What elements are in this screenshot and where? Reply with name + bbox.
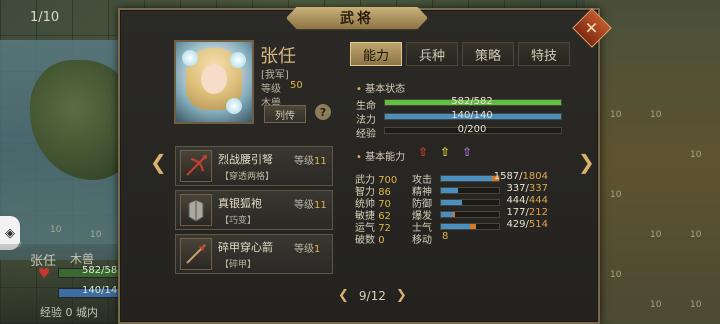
hp-value: 582/582	[451, 96, 493, 107]
general-portrait	[174, 40, 254, 124]
stat-label-5: 移动	[412, 235, 432, 246]
flower-icon	[182, 50, 198, 66]
stat-value-4: 429/514	[506, 219, 548, 230]
flower-icon	[230, 52, 246, 68]
equipment-tag: 【碎甲】	[220, 260, 257, 270]
tile-number: 10	[90, 230, 102, 240]
exp-value: 0/200	[457, 124, 487, 135]
biography-button[interactable]: 列传	[264, 105, 306, 123]
equipment-name: 烈战腰引弩	[218, 153, 273, 166]
tile-number: 10	[690, 230, 702, 240]
equipment-level: 等级1	[294, 244, 321, 255]
yellow-up-arrow-icon: ⇧	[440, 145, 451, 159]
right-land	[585, 0, 720, 324]
equipment-level: 等级11	[294, 156, 327, 167]
basic-status-header: • 基本状态	[356, 84, 406, 95]
heart-icon: ♥	[38, 266, 51, 282]
tile-number: 10	[690, 150, 702, 160]
equipment-slot-ammo[interactable]: 碎甲穿心箭 等级1 【碎甲】	[175, 234, 333, 274]
tile-number: 10	[650, 110, 662, 120]
hp-label: 生命	[356, 101, 376, 112]
equipment-slot-weapon[interactable]: 烈战腰引弩 等级11 【穿透两格】	[175, 146, 333, 186]
portrait-face	[201, 64, 227, 94]
prev-general-chevron-icon[interactable]: ❮	[150, 150, 167, 174]
general-name: 张任	[260, 46, 296, 67]
general-faction: [我军]	[261, 70, 289, 81]
armor-icon	[180, 194, 212, 226]
equipment-level: 等级11	[294, 200, 327, 211]
pager-text: 9/12	[358, 288, 386, 303]
tile-number: 10	[650, 230, 662, 240]
next-general-chevron-icon[interactable]: ❯	[578, 150, 595, 174]
stat-bar-base	[441, 200, 462, 205]
tile-number: 10	[610, 190, 622, 200]
general-level-label: 等级	[261, 84, 281, 95]
flower-icon	[226, 98, 242, 114]
stat-value-1: 337/337	[506, 183, 548, 194]
stat-value-0: 1587/1804	[493, 171, 548, 182]
tab-strategy[interactable]: 策略	[462, 42, 514, 66]
purple-up-arrow-icon: ⇧	[462, 145, 473, 159]
mp-value: 140/140	[451, 110, 493, 121]
equipment-tag: 【穿透两格】	[220, 172, 275, 182]
tile-number: 10	[690, 300, 702, 310]
hud-exp-text: 经验 0 城内	[40, 306, 98, 319]
stat-value-5: 8	[442, 231, 449, 242]
general-level: 50	[290, 80, 303, 91]
tab-ability[interactable]: 能力	[350, 42, 402, 66]
pager-next-icon[interactable]: ❯	[396, 288, 407, 303]
map-page-indicator: 1/10	[30, 10, 60, 25]
tile-number: 10	[610, 110, 622, 120]
pager: ❮ 9/12 ❯	[338, 288, 407, 303]
arrow-icon	[180, 238, 212, 270]
attribute-5: 破数 0	[355, 235, 385, 246]
crossed-swords-icon: ✕	[585, 18, 599, 38]
exp-label: 经验	[356, 129, 376, 140]
mp-label: 法力	[356, 115, 376, 126]
tile-number: 10	[50, 225, 62, 235]
red-up-arrow-icon: ⇧	[418, 145, 429, 159]
stat-value-3: 177/212	[506, 207, 548, 218]
tab-bar: 能力 兵种 策略 特技	[350, 42, 570, 66]
equipment-tag: 【巧变】	[220, 216, 257, 226]
crossbow-icon	[180, 150, 212, 182]
equipment-name: 真银狐袍	[218, 197, 262, 210]
basic-ability-header: • 基本能力	[356, 152, 406, 163]
tab-troops[interactable]: 兵种	[406, 42, 458, 66]
stat-bar-base	[441, 188, 459, 193]
equipment-name: 碎甲穿心箭	[218, 241, 273, 254]
tile-number: 10	[650, 300, 662, 310]
tile-number: 10	[610, 270, 622, 280]
pager-prev-icon[interactable]: ❮	[338, 288, 349, 303]
help-button[interactable]: ?	[315, 104, 331, 120]
tab-skills[interactable]: 特技	[518, 42, 570, 66]
stat-bar-base	[441, 212, 453, 217]
equipment-slot-armor[interactable]: 真银狐袍 等级11 【巧变】	[175, 190, 333, 230]
stat-bar-base	[441, 224, 470, 229]
stat-value-2: 444/444	[506, 195, 548, 206]
window-title: 武将	[286, 6, 428, 30]
